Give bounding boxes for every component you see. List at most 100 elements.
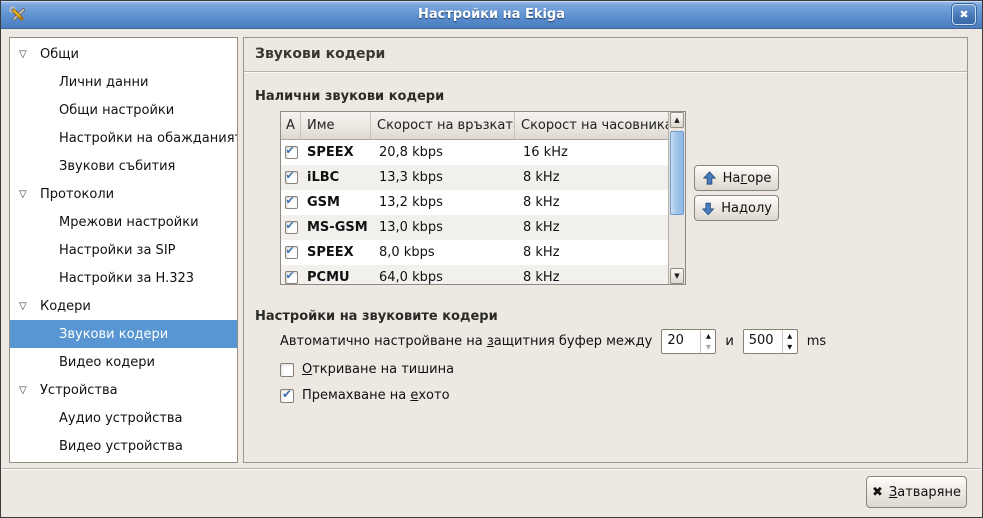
scroll-up-button[interactable]: ▲ xyxy=(670,112,684,128)
jitter-min-value: 20 xyxy=(667,333,684,348)
block-arrow-down-icon xyxy=(701,201,715,216)
codec-enabled-cell: ✔ xyxy=(281,221,301,234)
codec-clockrate: 8 kHz xyxy=(515,220,668,235)
sidebar-item-label: Звукови кодери xyxy=(59,327,168,342)
codec-enabled-checkbox[interactable]: ✔ xyxy=(285,221,298,234)
expander-icon[interactable]: ▽ xyxy=(19,301,35,312)
check-icon: ✔ xyxy=(286,221,295,232)
silence-detection-checkbox[interactable]: ✔ xyxy=(280,363,294,377)
silence-detection-row: ✔ Откриване на тишина xyxy=(280,362,454,377)
spin-down-icon[interactable]: ▼ xyxy=(783,342,797,354)
codec-enabled-checkbox[interactable]: ✔ xyxy=(285,271,298,284)
sidebar-item-koderi[interactable]: ▽Кодери xyxy=(10,292,237,320)
codec-enabled-checkbox[interactable]: ✔ xyxy=(285,196,298,209)
titlebar: Настройки на Ekiga ✖ xyxy=(1,1,982,29)
move-up-label: Нагоре xyxy=(723,171,772,186)
sidebar-item-obshti[interactable]: ▽Общи xyxy=(10,40,237,68)
check-icon: ✔ xyxy=(286,146,295,157)
move-down-button[interactable]: Надолу xyxy=(694,195,779,221)
sidebar-item-mrezhovi-nastroyki[interactable]: Мрежови настройки xyxy=(10,208,237,236)
jitter-buffer-label: Автоматично настройване на защитния буфе… xyxy=(280,334,652,349)
codec-enabled-cell: ✔ xyxy=(281,171,301,184)
vertical-scrollbar[interactable]: ▲ ▼ xyxy=(668,112,685,284)
codec-row[interactable]: ✔SPEEX8,0 kbps8 kHz xyxy=(281,240,668,265)
sidebar-item-label: Звукови събития xyxy=(59,159,175,174)
sidebar-item-label: Настройки за SIP xyxy=(59,243,176,258)
codec-row[interactable]: ✔GSM13,2 kbps8 kHz xyxy=(281,190,668,215)
codec-bitrate: 8,0 kbps xyxy=(371,245,515,260)
codec-name: iLBC xyxy=(301,170,371,185)
close-dialog-label: Затваряне xyxy=(889,485,961,500)
sidebar-item-nastroyki-sip[interactable]: Настройки за SIP xyxy=(10,236,237,264)
close-icon: ✖ xyxy=(959,8,968,21)
sidebar-item-zvukovi-koderi[interactable]: Звукови кодери xyxy=(10,320,237,348)
codec-clockrate: 8 kHz xyxy=(515,195,668,210)
echo-cancellation-checkbox[interactable]: ✔ xyxy=(280,389,294,403)
sidebar-item-ustroystva[interactable]: ▽ Устройства xyxy=(10,376,237,404)
window-title: Настройки на Ekiga xyxy=(1,1,982,28)
sidebar-item-label: Настройки на обажданията xyxy=(59,131,238,146)
codec-enabled-checkbox[interactable]: ✔ xyxy=(285,146,298,159)
codec-enabled-checkbox[interactable]: ✔ xyxy=(285,246,298,259)
preferences-window: Настройки на Ekiga ✖ ▽Общи Лични данни Общ… xyxy=(0,0,983,518)
silence-detection-label: Откриване на тишина xyxy=(302,362,454,377)
expander-icon[interactable]: ▽ xyxy=(19,189,35,200)
sidebar-item-nastroyki-h323[interactable]: Настройки за H.323 xyxy=(10,264,237,292)
available-codecs-section-title: Налични звукови кодери xyxy=(255,89,444,104)
scrollbar-thumb[interactable] xyxy=(670,131,684,215)
jitter-max-value: 500 xyxy=(749,333,774,348)
sidebar-item-label: Лични данни xyxy=(59,75,148,90)
column-header[interactable]: Скорост на часовника xyxy=(515,112,668,139)
column-header[interactable]: А xyxy=(281,112,301,139)
sidebar-item-video-ustroystva[interactable]: Видео устройства xyxy=(10,432,237,460)
jitter-min-spinbox[interactable]: 20 ▲ ▼ xyxy=(661,329,716,354)
codec-row[interactable]: ✔MS-GSM13,0 kbps8 kHz xyxy=(281,215,668,240)
sidebar-item-label: Видео устройства xyxy=(59,439,183,454)
page-title: Звукови кодери xyxy=(255,46,385,62)
codec-table-body: ✔SPEEX20,8 kbps16 kHz✔iLBC13,3 kbps8 kHz… xyxy=(281,140,668,284)
sidebar-item-label: Аудио устройства xyxy=(59,411,183,426)
move-up-button[interactable]: Нагоре xyxy=(694,165,779,191)
codec-enabled-checkbox[interactable]: ✔ xyxy=(285,171,298,184)
main-panel: Звукови кодери Налични звукови кодери АИ… xyxy=(243,37,968,463)
move-down-label: Надолу xyxy=(721,201,772,216)
codec-row[interactable]: ✔SPEEX20,8 kbps16 kHz xyxy=(281,140,668,165)
codec-bitrate: 64,0 kbps xyxy=(371,270,515,284)
spin-up-icon[interactable]: ▲ xyxy=(701,330,715,342)
codec-enabled-cell: ✔ xyxy=(281,271,301,284)
sidebar-item-nastroyki-obazhdaniyata[interactable]: Настройки на обажданията xyxy=(10,124,237,152)
scroll-down-button[interactable]: ▼ xyxy=(670,268,684,284)
jitter-max-spinbox[interactable]: 500 ▲ ▼ xyxy=(743,329,798,354)
footer-separator xyxy=(2,468,981,470)
close-dialog-button[interactable]: ✖ Затваряне xyxy=(866,476,967,508)
spin-up-icon[interactable]: ▲ xyxy=(783,330,797,342)
codec-enabled-cell: ✔ xyxy=(281,196,301,209)
sidebar-item-zvukovi-sabitiya[interactable]: Звукови събития xyxy=(10,152,237,180)
sidebar-item-label: Настройки за H.323 xyxy=(59,271,194,286)
codec-row[interactable]: ✔iLBC13,3 kbps8 kHz xyxy=(281,165,668,190)
echo-cancellation-label: Премахване на ехото xyxy=(302,388,450,403)
codec-enabled-cell: ✔ xyxy=(281,246,301,259)
sidebar-item-audio-ustroystva[interactable]: Аудио устройства xyxy=(10,404,237,432)
codec-clockrate: 8 kHz xyxy=(515,270,668,284)
column-header[interactable]: Име xyxy=(301,112,371,139)
panel-title-separator xyxy=(244,71,967,73)
spin-down-icon[interactable]: ▼ xyxy=(701,342,715,354)
sidebar-item-lichni-danni[interactable]: Лични данни xyxy=(10,68,237,96)
codec-name: MS-GSM xyxy=(301,220,371,235)
codec-settings-section-title: Настройки на звуковите кодери xyxy=(255,309,498,324)
sidebar-item-label: Мрежови настройки xyxy=(59,215,199,230)
column-header[interactable]: Скорост на връзката xyxy=(371,112,515,139)
expander-icon[interactable]: ▽ xyxy=(19,49,35,60)
sidebar-item-video-koderi[interactable]: Видео кодери xyxy=(10,348,237,376)
sidebar-item-obshti-nastroyki[interactable]: Общи настройки xyxy=(10,96,237,124)
codec-row[interactable]: ✔PCMU64,0 kbps8 kHz xyxy=(281,265,668,284)
codec-bitrate: 13,3 kbps xyxy=(371,170,515,185)
sidebar-item-protokoli[interactable]: ▽Протоколи xyxy=(10,180,237,208)
sidebar-item-label: Видео кодери xyxy=(59,355,155,370)
expander-icon[interactable]: ▽ xyxy=(19,385,35,396)
and-label: и xyxy=(725,334,733,349)
window-close-button[interactable]: ✖ xyxy=(952,4,976,25)
sidebar-item-label: Устройства xyxy=(40,383,118,398)
echo-cancellation-row: ✔ Премахване на ехото xyxy=(280,388,450,403)
